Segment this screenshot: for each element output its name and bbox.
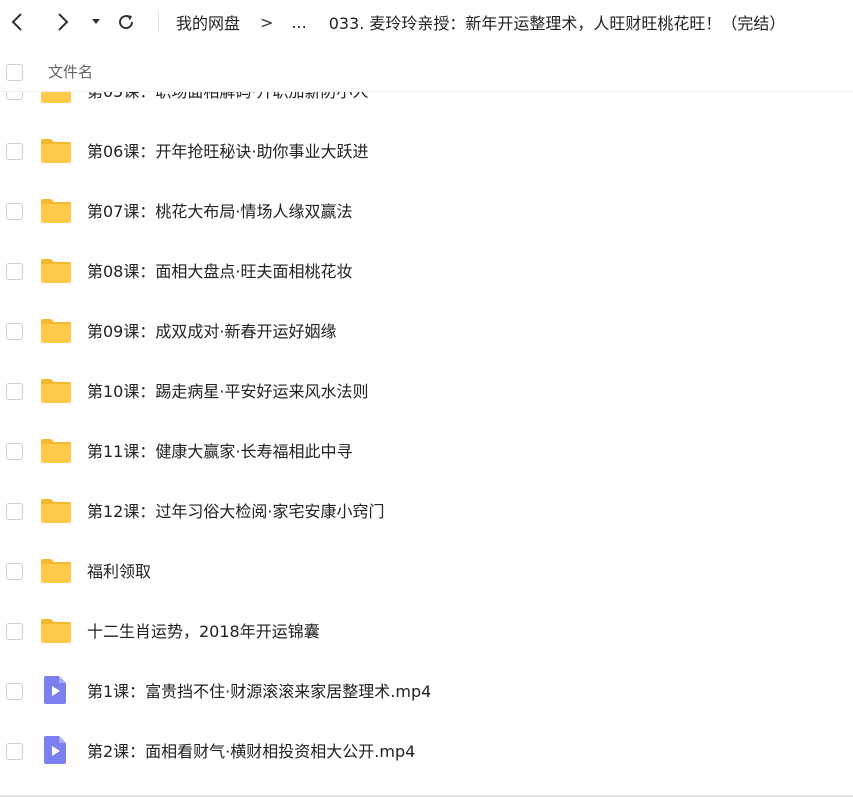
file-row[interactable]: 第09课：成双成对·新春开运好姻缘 [0,302,853,362]
breadcrumb-ellipsis[interactable]: ... [291,13,306,32]
chevron-right-icon [58,13,69,31]
folder-icon [41,199,71,223]
folder-icon [41,619,71,643]
file-row[interactable]: 第2课：面相看财气·横财相投资相大公开.mp4 [0,722,853,782]
file-row[interactable]: 第05课：职场面相解码·升职加薪防小人 [0,92,853,122]
folder-icon [41,139,71,163]
file-row[interactable]: 第10课：踢走病星·平安好运来风水法则 [0,362,853,422]
file-row-checkbox[interactable] [6,503,23,520]
file-row[interactable]: 第11课：健康大赢家·长寿福相此中寻 [0,422,853,482]
file-name: 福利领取 [87,562,152,581]
file-row[interactable]: 十二生肖运势，2018年开运锦囊 [0,602,853,662]
video-file-icon [44,736,66,764]
file-row-checkbox[interactable] [6,383,23,400]
folder-icon [41,319,71,343]
list-header: 文件名 [0,52,853,92]
file-name: 第2课：面相看财气·横财相投资相大公开.mp4 [87,742,416,761]
file-name: 第12课：过年习俗大检阅·家宅安康小窍门 [87,502,385,521]
select-all-checkbox[interactable] [6,64,23,81]
refresh-button[interactable] [114,0,138,44]
file-row-checkbox[interactable] [6,623,23,640]
breadcrumb-current: 033. 麦玲玲亲授：新年开运整理术，人旺财旺桃花旺！（完结） [328,14,786,33]
folder-icon [41,559,71,583]
caret-down-icon [92,19,100,24]
file-row-checkbox[interactable] [6,92,23,100]
breadcrumb-root[interactable]: 我的网盘 [176,10,240,34]
file-list: 第05课：职场面相解码·升职加薪防小人第06课：开年抢旺秘诀·助你事业大跃进第0… [0,92,853,795]
file-name: 第08课：面相大盘点·旺夫面相桃花妆 [87,262,353,281]
file-row[interactable]: 福利领取 [0,542,853,602]
file-row[interactable]: 第08课：面相大盘点·旺夫面相桃花妆 [0,242,853,302]
toolbar: 我的网盘 > ... 033. 麦玲玲亲授：新年开运整理术，人旺财旺桃花旺！（完… [0,0,853,44]
file-row-checkbox[interactable] [6,263,23,280]
file-row[interactable]: 第06课：开年抢旺秘诀·助你事业大跃进 [0,122,853,182]
file-row-checkbox[interactable] [6,323,23,340]
refresh-icon [119,15,134,30]
folder-icon [41,379,71,403]
folder-icon [41,92,71,103]
video-file-icon [44,676,66,704]
chevron-left-icon [11,13,22,31]
breadcrumb: 我的网盘 > ... 033. 麦玲玲亲授：新年开运整理术，人旺财旺桃花旺！（完… [176,0,785,44]
file-row-checkbox[interactable] [6,443,23,460]
file-name: 十二生肖运势，2018年开运锦囊 [87,622,320,641]
file-name: 第06课：开年抢旺秘诀·助你事业大跃进 [87,142,369,161]
file-name: 第09课：成双成对·新春开运好姻缘 [87,322,337,341]
breadcrumb-separator: > [260,12,274,32]
file-row-checkbox[interactable] [6,203,23,220]
file-row-checkbox[interactable] [6,683,23,700]
folder-icon [41,499,71,523]
folder-icon [41,259,71,283]
file-row-checkbox[interactable] [6,143,23,160]
history-dropdown-button[interactable] [88,0,104,44]
file-row[interactable]: 第12课：过年习俗大检阅·家宅安康小窍门 [0,482,853,542]
file-row-checkbox[interactable] [6,743,23,760]
file-name: 第10课：踢走病星·平安好运来风水法则 [87,382,369,401]
toolbar-divider [158,11,159,33]
folder-icon [41,439,71,463]
file-row-checkbox[interactable] [6,563,23,580]
file-name: 第07课：桃花大布局·情场人缘双赢法 [87,202,353,221]
forward-button[interactable] [52,0,74,44]
file-name: 第1课：富贵挡不住·财源滚滚来家居整理术.mp4 [87,682,432,701]
file-name: 第11课：健康大赢家·长寿福相此中寻 [87,442,353,461]
filename-column-header[interactable]: 文件名 [48,61,93,82]
file-name: 第05课：职场面相解码·升职加薪防小人 [87,92,368,122]
file-row[interactable]: 第1课：富贵挡不住·财源滚滚来家居整理术.mp4 [0,662,853,722]
bottom-divider [0,795,853,797]
back-button[interactable] [6,0,28,44]
file-row[interactable]: 第07课：桃花大布局·情场人缘双赢法 [0,182,853,242]
